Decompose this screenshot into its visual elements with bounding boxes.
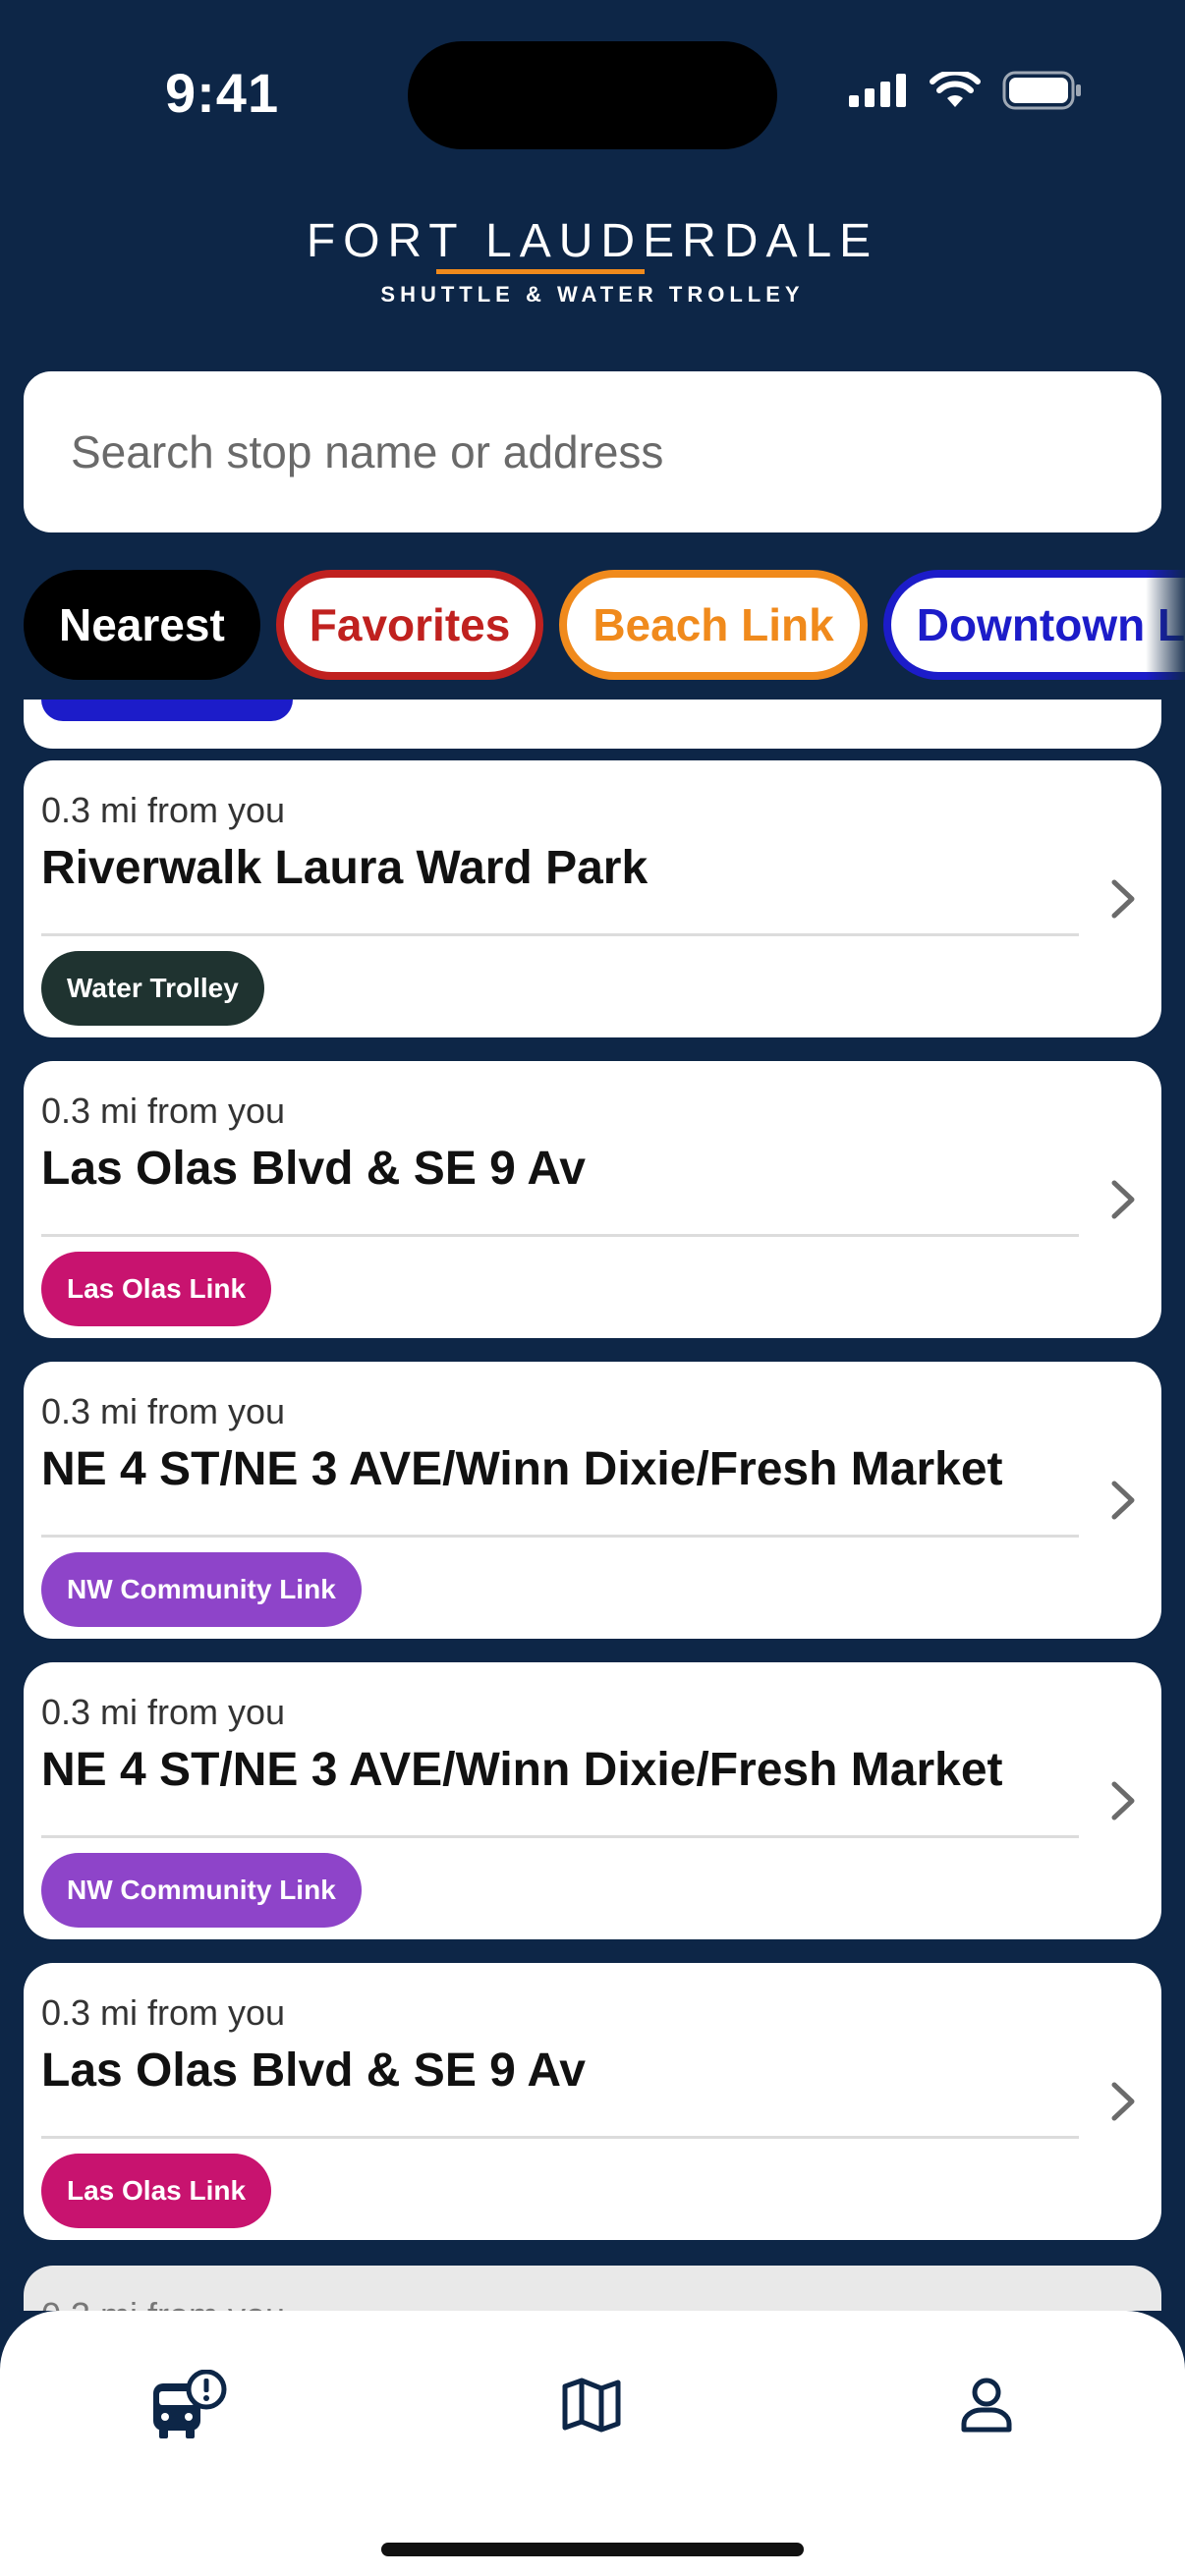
battery-icon <box>1002 71 1081 110</box>
stop-card-partial[interactable]: 0.3 mi from you <box>24 2266 1161 2311</box>
stop-name: Las Olas Blvd & SE 9 Av <box>41 2044 586 2097</box>
nav-stops-button[interactable] <box>140 2356 238 2454</box>
route-badge: Las Olas Link <box>41 2154 272 2228</box>
status-bar: 9:41 <box>0 0 1185 187</box>
profile-icon <box>961 2378 1012 2433</box>
chevron-right-icon <box>1111 879 1135 919</box>
nav-profile-button[interactable] <box>937 2356 1036 2454</box>
stop-distance: 0.3 mi from you <box>41 2295 285 2311</box>
chip-scroll-fade <box>1146 570 1185 680</box>
chip-beach-link[interactable]: Beach Link <box>559 570 868 680</box>
logo-subtitle: SHUTTLE & WATER TROLLEY <box>380 282 805 307</box>
stop-distance: 0.3 mi from you <box>41 1692 286 1732</box>
status-time: 9:41 <box>165 62 280 124</box>
stop-card[interactable]: 0.3 mi from you NE 4 ST/NE 3 AVE/Winn Di… <box>24 1362 1161 1639</box>
chevron-right-icon <box>1111 1481 1135 1520</box>
chevron-right-icon <box>1111 2082 1135 2121</box>
stop-card[interactable]: 0.3 mi from you Riverwalk Laura Ward Par… <box>24 760 1161 1037</box>
chip-downtown-link[interactable]: Downtown Link <box>882 570 1185 680</box>
card-divider <box>41 1535 1079 1538</box>
stop-distance: 0.3 mi from you <box>41 1091 286 1131</box>
wifi-icon <box>930 72 981 107</box>
logo-accent-line <box>435 269 645 274</box>
stop-list[interactable]: 0.3 mi from you Riverwalk Laura Ward Par… <box>24 700 1161 2311</box>
route-badge: Water Trolley <box>41 951 264 1026</box>
status-icons <box>849 71 1083 110</box>
stop-card[interactable]: 0.3 mi from you Las Olas Blvd & SE 9 Av … <box>24 1963 1161 2240</box>
stop-name: Las Olas Blvd & SE 9 Av <box>41 1143 586 1195</box>
bus-alert-icon <box>153 2370 227 2438</box>
route-badge: NW Community Link <box>41 1853 362 1928</box>
home-indicator[interactable] <box>381 2543 804 2556</box>
chip-nearest[interactable]: Nearest <box>24 570 260 680</box>
chevron-right-icon <box>1111 1781 1135 1820</box>
stop-distance: 0.3 mi from you <box>41 790 286 830</box>
cellular-signal-icon <box>849 74 906 107</box>
card-divider <box>41 933 1079 936</box>
stop-name: Riverwalk Laura Ward Park <box>41 842 649 894</box>
stop-card[interactable]: 0.3 mi from you NE 4 ST/NE 3 AVE/Winn Di… <box>24 1662 1161 1939</box>
bottom-nav <box>0 2311 1185 2576</box>
route-badge: NW Community Link <box>41 1552 362 1627</box>
card-divider <box>41 1835 1079 1838</box>
stop-card[interactable]: 0.3 mi from you Las Olas Blvd & SE 9 Av … <box>24 1061 1161 1338</box>
map-icon <box>562 2378 621 2433</box>
stop-name: NE 4 ST/NE 3 AVE/Winn Dixie/Fresh Market <box>41 1744 1003 1796</box>
card-divider <box>41 1234 1079 1237</box>
chevron-right-icon <box>1111 1180 1135 1219</box>
dynamic-island <box>408 41 777 149</box>
stop-card-partial[interactable] <box>24 700 1161 749</box>
card-divider <box>41 2136 1079 2139</box>
route-badge-partial <box>41 700 293 721</box>
stop-name: NE 4 ST/NE 3 AVE/Winn Dixie/Fresh Market <box>41 1443 1003 1495</box>
filter-chips: Nearest Favorites Beach Link Downtown Li… <box>24 570 1185 680</box>
logo-title: FORT LAUDERDALE <box>306 215 879 267</box>
stop-distance: 0.3 mi from you <box>41 1391 286 1431</box>
app-logo: FORT LAUDERDALE SHUTTLE & WATER TROLLEY <box>0 214 1185 308</box>
chip-favorites[interactable]: Favorites <box>275 570 544 680</box>
route-badge: Las Olas Link <box>41 1252 272 1326</box>
search-input[interactable] <box>24 371 1161 532</box>
nav-map-button[interactable] <box>542 2356 641 2454</box>
stop-distance: 0.3 mi from you <box>41 1992 286 2033</box>
